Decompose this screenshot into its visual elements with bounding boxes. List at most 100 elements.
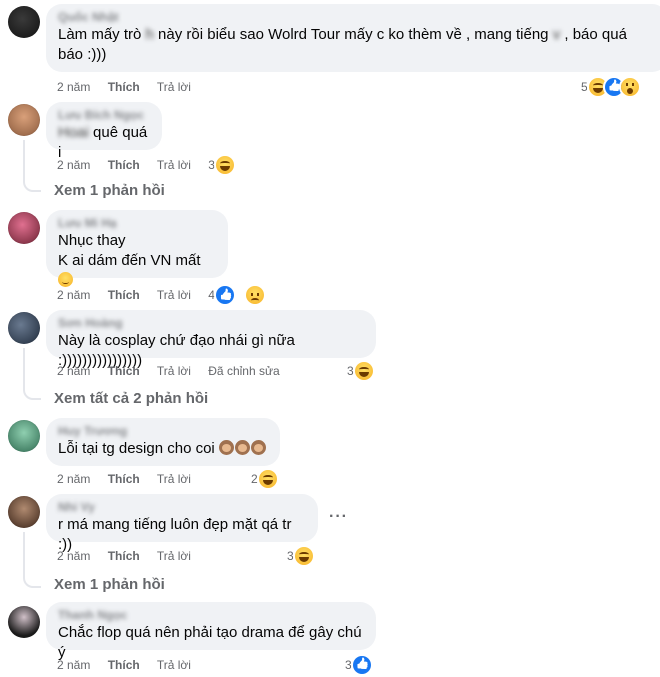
reply-button[interactable]: Trả lời	[157, 80, 191, 94]
comment-bubble: Lưu Bích Ngọc Hoai quê quá i	[46, 102, 162, 161]
comment-bubble: Lưu Mi Hạ Nhục thay K ai dám đến VN mất	[46, 210, 228, 287]
comment-actions: 2 năm Thích Trả lời 4	[57, 286, 278, 304]
comment-actions: 2 năm Thích Trả lời Đã chỉnh sửa	[57, 363, 294, 379]
comment-text: Lỗi tại tg design cho coi	[58, 439, 268, 459]
haha-icon	[354, 362, 373, 380]
reaction-summary[interactable]: 3	[208, 156, 248, 174]
haha-icon	[258, 470, 277, 488]
timestamp[interactable]: 2 năm	[57, 472, 90, 486]
reply-button[interactable]: Trả lời	[157, 364, 191, 378]
reaction-count: 3	[345, 658, 352, 672]
timestamp[interactable]: 2 năm	[57, 364, 90, 378]
avatar[interactable]	[8, 312, 40, 344]
reaction-count: 3	[287, 549, 294, 563]
comment: Lưu Bích Ngọc Hoai quê quá i 2 năm Thích…	[0, 100, 660, 205]
commenter-name[interactable]: Lưu Bích Ngọc	[58, 108, 150, 123]
see-no-evil-monkey-emoji	[218, 440, 267, 457]
avatar[interactable]	[8, 104, 40, 136]
reply-thread-hook	[23, 386, 41, 400]
haha-icon	[294, 547, 313, 565]
timestamp[interactable]: 2 năm	[57, 658, 90, 672]
like-button[interactable]: Thích	[108, 549, 140, 563]
avatar[interactable]	[8, 496, 40, 528]
comment-bubble: Sơn Hoàng Này là cosplay chứ đạo nhái gì…	[46, 310, 376, 369]
comment-actions: 2 năm Thích Trả lời	[57, 471, 205, 487]
avatar[interactable]	[8, 420, 40, 452]
reaction-summary[interactable]: 3	[345, 655, 371, 675]
comment-text: Làm mấy trò h này rồi biểu sao Wolrd Tou…	[58, 26, 627, 63]
comment-bubble: Huy Trương Lỗi tại tg design cho coi	[46, 418, 280, 466]
reply-button[interactable]: Trả lời	[157, 288, 191, 302]
view-replies-link[interactable]: Xem 1 phản hồi	[54, 576, 165, 594]
comment: Thanh Ngọc Chắc flop quá nên phải tạo dr…	[0, 600, 660, 677]
wow-icon	[620, 78, 639, 96]
comment-actions: 2 năm Thích Trả lời	[57, 548, 205, 564]
comment-thread: Quốc Nhật Làm mấy trò h này rồi biểu sao…	[0, 0, 660, 677]
haha-icon	[215, 156, 234, 174]
reply-thread-hook	[23, 574, 41, 588]
commenter-name[interactable]: Nhi Vy	[58, 500, 306, 515]
like-icon	[604, 78, 623, 96]
like-button[interactable]: Thích	[108, 658, 140, 672]
comment-bubble: Nhi Vy r má mang tiếng luôn đẹp mặt qá t…	[46, 494, 318, 553]
commenter-name[interactable]: Thanh Ngọc	[58, 608, 364, 623]
reaction-summary[interactable]: 5	[581, 77, 639, 97]
more-options-button[interactable]: ···	[329, 508, 348, 526]
tagged-name[interactable]: Hoai	[58, 123, 89, 143]
comment-actions: 2 năm Thích Trả lời	[57, 657, 205, 673]
comment-actions: 2 năm Thích Trả lời	[57, 79, 205, 95]
censored-word: v	[552, 26, 561, 43]
reaction-summary[interactable]: 3	[347, 361, 373, 381]
reply-thread-line	[23, 140, 25, 180]
reaction-count: 3	[347, 364, 354, 378]
reaction-summary[interactable]: 4	[208, 286, 278, 304]
avatar[interactable]	[8, 212, 40, 244]
comment: Quốc Nhật Làm mấy trò h này rồi biểu sao…	[0, 0, 660, 100]
reply-button[interactable]: Trả lời	[157, 158, 191, 172]
comment-actions: 2 năm Thích Trả lời 3	[57, 156, 248, 174]
like-button[interactable]: Thích	[108, 288, 140, 302]
haha-icon	[588, 78, 607, 96]
avatar[interactable]	[8, 6, 40, 38]
view-replies-link[interactable]: Xem tất cả 2 phản hồi	[54, 390, 208, 408]
commenter-name[interactable]: Sơn Hoàng	[58, 316, 364, 331]
reaction-count: 4	[208, 288, 215, 302]
reply-thread-line	[23, 348, 25, 388]
reaction-count: 3	[208, 158, 215, 172]
edited-label: Đã chỉnh sửa	[208, 364, 280, 378]
like-button[interactable]: Thích	[108, 364, 140, 378]
censored-word: h	[145, 26, 154, 43]
commenter-name[interactable]: Quốc Nhật	[58, 10, 656, 25]
comment-bubble: Quốc Nhật Làm mấy trò h này rồi biểu sao…	[46, 4, 660, 72]
comment: Nhi Vy r má mang tiếng luôn đẹp mặt qá t…	[0, 492, 660, 600]
like-icon	[352, 656, 371, 674]
sad-icon	[245, 286, 264, 304]
comment: Huy Trương Lỗi tại tg design cho coi 2 n…	[0, 416, 660, 492]
comment: Sơn Hoàng Này là cosplay chứ đạo nhái gì…	[0, 308, 660, 412]
reply-button[interactable]: Trả lời	[157, 658, 191, 672]
like-icon	[215, 286, 234, 304]
reaction-summary[interactable]: 3	[287, 546, 313, 566]
timestamp[interactable]: 2 năm	[57, 158, 90, 172]
like-button[interactable]: Thích	[108, 472, 140, 486]
timestamp[interactable]: 2 năm	[57, 549, 90, 563]
like-button[interactable]: Thích	[108, 158, 140, 172]
reply-thread-hook	[23, 178, 41, 192]
avatar[interactable]	[8, 606, 40, 638]
commenter-name[interactable]: Huy Trương	[58, 424, 268, 439]
timestamp[interactable]: 2 năm	[57, 288, 90, 302]
reply-button[interactable]: Trả lời	[157, 549, 191, 563]
timestamp[interactable]: 2 năm	[57, 80, 90, 94]
comment-text-line: K ai dám đến VN mất	[58, 251, 216, 291]
view-replies-link[interactable]: Xem 1 phản hồi	[54, 182, 165, 200]
reaction-summary[interactable]: 2	[251, 469, 277, 489]
comment: Lưu Mi Hạ Nhục thay K ai dám đến VN mất …	[0, 208, 660, 308]
smile-emoji	[58, 272, 73, 287]
like-button[interactable]: Thích	[108, 80, 140, 94]
comment-bubble: Thanh Ngọc Chắc flop quá nên phải tạo dr…	[46, 602, 376, 661]
comment-text-line: Nhục thay	[58, 232, 126, 249]
reply-thread-line	[23, 532, 25, 576]
commenter-name[interactable]: Lưu Mi Hạ	[58, 216, 216, 231]
reaction-count: 2	[251, 472, 258, 486]
reply-button[interactable]: Trả lời	[157, 472, 191, 486]
